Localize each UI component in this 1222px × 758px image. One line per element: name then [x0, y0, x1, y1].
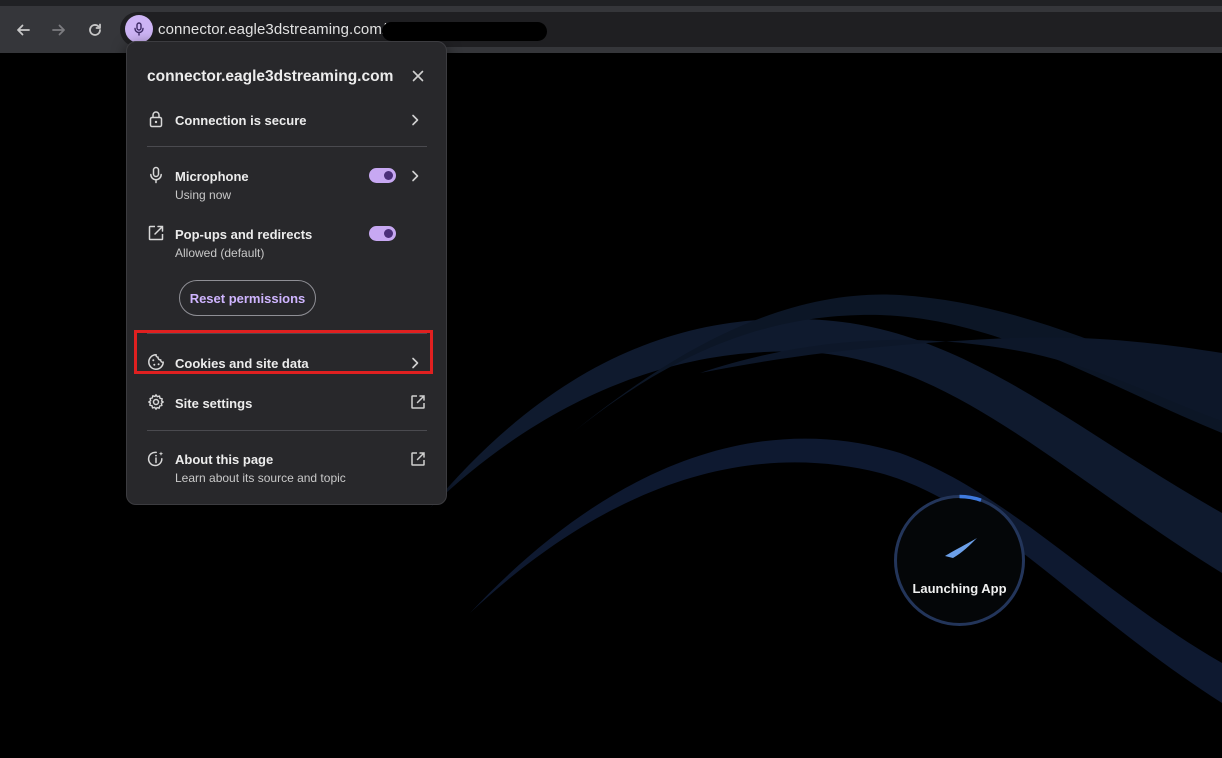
toggle-knob [384, 171, 393, 180]
back-button[interactable] [9, 16, 37, 44]
about-sublabel: Learn about its source and topic [175, 471, 346, 485]
cookie-icon [148, 354, 164, 370]
popups-label: Pop-ups and redirects [175, 227, 313, 242]
popups-permission-row[interactable]: Pop-ups and redirects Allowed (default) [127, 220, 446, 264]
site-settings-label: Site settings [175, 396, 253, 411]
microphone-toggle[interactable] [369, 168, 396, 183]
about-label: About this page [175, 452, 274, 467]
launching-label: Launching App [912, 581, 1007, 596]
arrow-left-icon [17, 24, 30, 36]
forward-button[interactable] [45, 16, 73, 44]
info-sparkle-icon [147, 451, 164, 467]
connection-label: Connection is secure [175, 113, 307, 128]
site-settings-row[interactable]: Site settings [127, 388, 446, 416]
popup-title: connector.eagle3dstreaming.com [147, 68, 394, 85]
divider [147, 146, 427, 147]
cookies-row[interactable]: Cookies and site data [127, 348, 446, 376]
divider [147, 430, 427, 431]
cookies-label: Cookies and site data [175, 356, 309, 371]
open-external-icon [148, 225, 164, 241]
redaction-mark [382, 22, 547, 41]
site-info-button[interactable] [125, 15, 153, 43]
microphone-status: Using now [175, 188, 232, 202]
toggle-knob [384, 229, 393, 238]
site-info-popup: connector.eagle3dstreaming.com Connectio… [126, 41, 447, 505]
reset-permissions-button[interactable]: Reset permissions [179, 280, 316, 316]
url-text[interactable]: connector.eagle3dstreaming.com/v5 [158, 21, 402, 38]
close-button[interactable] [410, 68, 426, 84]
microphone-label: Microphone [175, 169, 249, 184]
launch-loader: Launching App [893, 494, 1026, 627]
loader-ring [894, 494, 1025, 626]
microphone-permission-row[interactable]: Microphone Using now [127, 162, 446, 206]
reload-icon [89, 23, 101, 36]
chevron-right-icon [412, 357, 419, 369]
lock-icon [149, 111, 163, 128]
reload-button[interactable] [81, 16, 109, 44]
about-page-row[interactable]: About this page Learn about its source a… [127, 444, 446, 488]
open-external-icon [411, 452, 425, 466]
open-external-icon [411, 395, 425, 409]
connection-row[interactable]: Connection is secure [127, 106, 446, 132]
chevron-right-icon [412, 170, 419, 182]
popups-status: Allowed (default) [175, 246, 265, 260]
arrow-right-icon [52, 24, 65, 36]
close-icon [412, 70, 424, 82]
divider [147, 333, 427, 334]
gear-icon [148, 394, 164, 410]
microphone-icon [134, 22, 144, 36]
popups-toggle[interactable] [369, 226, 396, 241]
chevron-right-icon [412, 114, 419, 126]
microphone-icon [150, 166, 162, 184]
